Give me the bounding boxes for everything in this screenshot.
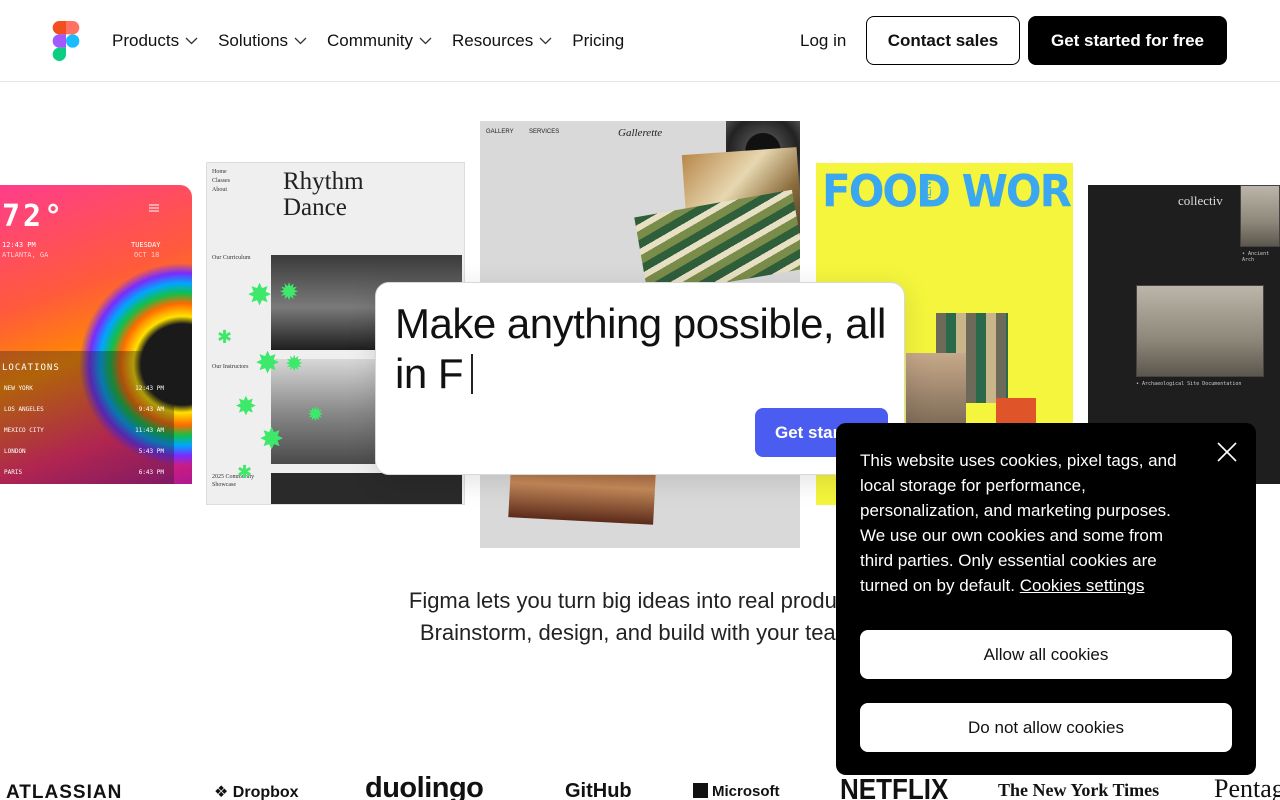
dance-menu-item: Classes — [212, 178, 230, 184]
main-nav: Products Solutions Community Resources P… — [112, 0, 644, 82]
location-time: 12:43 PM — [135, 385, 164, 392]
star-icon: ✹ — [279, 279, 300, 306]
location-time: 5:43 PM — [138, 448, 164, 455]
weather-day: TUESDAY — [131, 241, 161, 249]
location-name: NEW YORK — [4, 385, 33, 392]
food-title: FOOD WORKS — [822, 165, 1073, 218]
gallery-nav-item: SERVICES — [529, 129, 560, 135]
close-icon[interactable] — [1216, 441, 1238, 463]
cookie-message: This website uses cookies, pixel tags, a… — [860, 448, 1200, 598]
logo-dropbox: ❖ Dropbox — [214, 782, 299, 800]
logo-duolingo: duolingo — [365, 772, 484, 800]
star-icon: ✹ — [285, 351, 304, 376]
star-icon: ✸ — [247, 279, 273, 312]
microsoft-icon — [693, 783, 708, 798]
weather-city: ATLANTA, GA — [2, 251, 49, 259]
dance-title-line1: Rhythm — [283, 168, 364, 195]
star-icon: ✸ — [255, 347, 281, 380]
chevron-down-icon — [419, 37, 432, 45]
hero-prompt-text[interactable]: Make anything possible, all in F — [395, 299, 895, 399]
gallery-image — [634, 189, 800, 297]
nav-solutions-label: Solutions — [218, 31, 289, 50]
nav-community[interactable]: Community — [327, 31, 432, 51]
cookies-settings-link[interactable]: Cookies settings — [1020, 576, 1145, 595]
site-header: Products Solutions Community Resources P… — [0, 0, 1280, 82]
menu-icon — [149, 204, 159, 212]
nav-resources[interactable]: Resources — [452, 31, 552, 51]
showcase-line2: Showcase — [212, 482, 236, 488]
star-icon: ✱ — [237, 462, 253, 482]
location-row: LOS ANGELES 9:43 AM — [4, 406, 164, 413]
chevron-down-icon — [185, 37, 198, 45]
location-time: 6:43 PM — [138, 469, 164, 476]
cookie-banner: This website uses cookies, pixel tags, a… — [836, 423, 1256, 775]
text-caret — [471, 354, 474, 394]
dance-menu: Home Classes About — [212, 168, 230, 195]
logo-microsoft: Microsoft — [693, 783, 780, 800]
nav-pricing-label: Pricing — [572, 31, 625, 50]
location-time: 11:43 AM — [135, 427, 164, 434]
nav-products[interactable]: Products — [112, 31, 198, 51]
location-name: LOS ANGELES — [4, 406, 44, 413]
dance-photo-3 — [271, 473, 462, 504]
logo-dropbox-label: Dropbox — [232, 784, 299, 800]
dance-menu-item: About — [212, 187, 227, 193]
collectiv-caption: • Ancient Arch — [1242, 251, 1270, 263]
star-icon: ✹ — [307, 404, 324, 426]
allow-all-cookies-button[interactable]: Allow all cookies — [860, 630, 1232, 679]
star-icon: ✸ — [259, 423, 285, 456]
location-name: PARIS — [4, 469, 23, 476]
weather-locations-panel: LOCATIONS NEW YORK 12:43 PM LOS ANGELES 9:… — [0, 351, 174, 484]
nav-pricing[interactable]: Pricing — [572, 31, 624, 51]
curriculum-label: Our Curriculum — [212, 255, 251, 261]
location-row: LONDON 5:43 PM — [4, 448, 164, 455]
dance-title: Rhythm Dance — [283, 169, 364, 221]
weather-date: OCT 18 — [134, 251, 160, 259]
get-started-free-button[interactable]: Get started for free — [1028, 16, 1227, 65]
nav-community-label: Community — [327, 31, 413, 50]
chevron-down-icon — [539, 37, 552, 45]
logo-netflix: NETFLIX — [840, 772, 949, 800]
dance-title-line2: Dance — [283, 194, 347, 221]
nav-solutions[interactable]: Solutions — [218, 31, 307, 51]
location-row: PARIS 6:43 PM — [4, 469, 164, 476]
chevron-down-icon — [294, 37, 307, 45]
dropbox-icon: ❖ — [214, 784, 233, 800]
logo-atlassian: ATLASSIAN — [6, 782, 123, 800]
weather-time: 12:43 PM — [2, 241, 36, 249]
nav-resources-label: Resources — [452, 31, 534, 50]
dance-menu-item: Home — [212, 169, 227, 175]
location-row: MEXICO CITY 11:43 AM — [4, 427, 164, 434]
collectiv-caption: • Archaeological Site Documentation — [1136, 381, 1242, 387]
gallery-nav-item: GALLERY — [486, 129, 514, 135]
hero-prompt-typed: Make anything possible, all in F — [395, 300, 886, 397]
gallery-title: Gallerette — [618, 127, 663, 139]
contact-sales-button[interactable]: Contact sales — [866, 16, 1020, 65]
food-menu-label: MENU — [922, 173, 934, 206]
location-row: NEW YORK 12:43 PM — [4, 385, 164, 392]
location-name: LONDON — [4, 448, 26, 455]
weather-app-preview: 72° 12:43 PM ATLANTA, GA TUESDAY OCT 18 … — [0, 185, 192, 484]
locations-title: LOCATIONS — [2, 363, 60, 373]
star-icon: ✸ — [235, 391, 257, 421]
deny-cookies-button[interactable]: Do not allow cookies — [860, 703, 1232, 752]
location-time: 9:43 AM — [138, 406, 164, 413]
collectiv-image — [1136, 285, 1264, 377]
hero-prompt-box[interactable]: Make anything possible, all in F Get sta… — [375, 282, 905, 475]
location-name: MEXICO CITY — [4, 427, 44, 434]
logo-microsoft-label: Microsoft — [712, 783, 780, 800]
nav-products-label: Products — [112, 31, 180, 50]
figma-logo-icon[interactable] — [52, 21, 80, 61]
weather-temperature: 72° — [2, 199, 66, 234]
logo-pentagram: Pentagram — [1214, 774, 1280, 800]
logo-github: GitHub — [565, 780, 632, 800]
logo-nyt: The New York Times — [998, 780, 1160, 800]
star-icon: ✱ — [217, 327, 233, 347]
instructors-label: Our Instructors — [212, 364, 249, 370]
collectiv-image — [1240, 185, 1280, 247]
login-link[interactable]: Log in — [800, 31, 846, 51]
collectiv-title: collectiv — [1178, 193, 1223, 208]
cookie-message-text: This website uses cookies, pixel tags, a… — [860, 451, 1177, 595]
